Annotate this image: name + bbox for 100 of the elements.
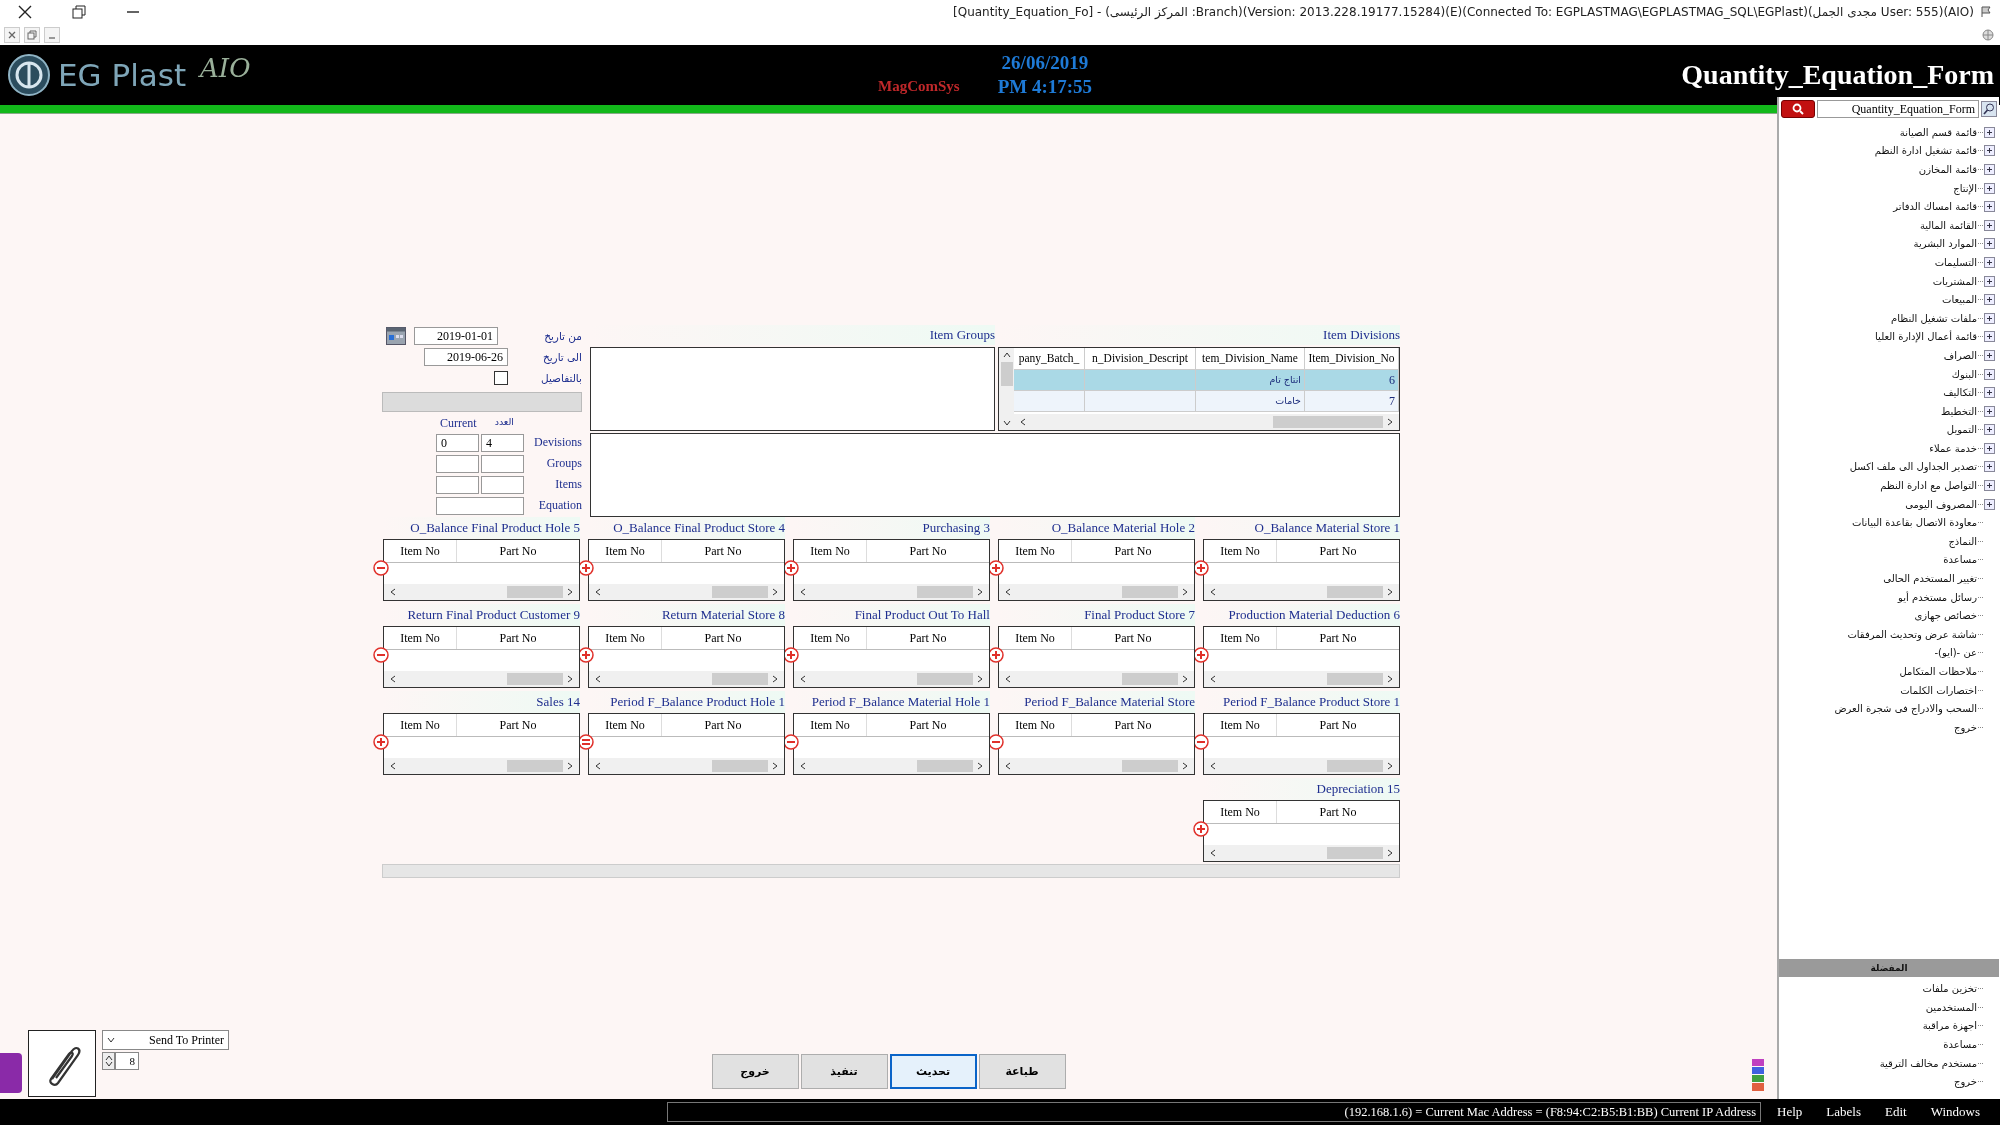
scroll-left-icon[interactable] bbox=[1005, 588, 1011, 596]
tree-item[interactable]: القائمة المالية bbox=[1919, 219, 1977, 231]
scroll-left-icon[interactable] bbox=[1005, 762, 1011, 770]
horizontal-scrollbar[interactable] bbox=[1204, 845, 1399, 861]
expand-icon[interactable] bbox=[1984, 294, 1995, 306]
tree-item[interactable]: الموارد البشرية bbox=[1913, 238, 1977, 250]
minimize-icon[interactable] bbox=[44, 26, 60, 43]
scroll-right-icon[interactable] bbox=[772, 675, 778, 683]
scroll-left-icon[interactable] bbox=[800, 675, 806, 683]
horizontal-scrollbar[interactable] bbox=[382, 864, 1400, 878]
column-header[interactable]: Part No bbox=[1072, 540, 1194, 562]
tree-item[interactable]: المصروف اليومى bbox=[1905, 498, 1977, 510]
attachment-button[interactable] bbox=[28, 1030, 96, 1097]
scroll-right-icon[interactable] bbox=[567, 675, 573, 683]
column-header[interactable]: Part No bbox=[457, 714, 579, 736]
scroll-thumb[interactable] bbox=[917, 760, 973, 772]
scroll-thumb[interactable] bbox=[507, 586, 563, 598]
favorite-item[interactable]: خروج bbox=[1954, 1076, 1977, 1088]
tree-item[interactable]: الإنتاج bbox=[1953, 182, 1977, 194]
tree-item[interactable]: التخطيط bbox=[1941, 405, 1977, 417]
menu-item[interactable]: Help bbox=[1765, 1104, 1815, 1120]
tree-item[interactable]: تصدير الجداول الى ملف اكسل bbox=[1849, 461, 1977, 473]
scroll-up-icon[interactable] bbox=[1002, 352, 1011, 358]
expand-icon[interactable] bbox=[1984, 424, 1995, 436]
tree-item[interactable]: خصائص جهازى bbox=[1914, 610, 1977, 622]
column-header[interactable]: Part No bbox=[662, 714, 784, 736]
scroll-thumb[interactable] bbox=[1327, 673, 1383, 685]
calendar-icon[interactable] bbox=[386, 326, 406, 345]
checkbox[interactable] bbox=[494, 370, 508, 385]
scroll-thumb[interactable] bbox=[1122, 673, 1178, 685]
tree-item[interactable]: قائمة تشغيل ادارة النظم bbox=[1874, 145, 1977, 157]
scroll-left-icon[interactable] bbox=[595, 675, 601, 683]
horizontal-scrollbar[interactable] bbox=[794, 584, 989, 600]
scroll-left-icon[interactable] bbox=[390, 588, 396, 596]
tree-item[interactable]: رسائل مستخدم أيو bbox=[1898, 591, 1977, 603]
favorite-item[interactable]: اجهزة مراقبة bbox=[1922, 1020, 1977, 1032]
tree-item[interactable]: المشتريات bbox=[1932, 275, 1977, 287]
scroll-thumb[interactable] bbox=[1327, 847, 1383, 859]
scroll-thumb[interactable] bbox=[1273, 416, 1383, 428]
scroll-thumb[interactable] bbox=[712, 673, 768, 685]
scroll-left-icon[interactable] bbox=[390, 762, 396, 770]
search-icon[interactable] bbox=[1981, 101, 1997, 117]
column-header[interactable]: Part No bbox=[867, 627, 989, 649]
expand-icon[interactable] bbox=[1984, 387, 1995, 399]
horizontal-scrollbar[interactable] bbox=[1204, 584, 1399, 600]
number-field[interactable] bbox=[481, 454, 524, 473]
expand-icon[interactable] bbox=[1984, 145, 1995, 157]
tree-item[interactable]: قائمة المخازن bbox=[1918, 164, 1977, 175]
horizontal-scrollbar[interactable] bbox=[999, 584, 1194, 600]
scroll-left-icon[interactable] bbox=[1210, 762, 1216, 770]
scroll-left-icon[interactable] bbox=[1210, 675, 1216, 683]
scroll-left-icon[interactable] bbox=[1005, 675, 1011, 683]
tree-item[interactable]: قائمة قسم الصيانة bbox=[1899, 126, 1977, 138]
scroll-thumb[interactable] bbox=[712, 760, 768, 772]
tree-item[interactable]: معاودة الاتصال بقاعدة البيانات bbox=[1851, 517, 1977, 529]
action-button[interactable]: خروج bbox=[711, 1054, 799, 1089]
scroll-right-icon[interactable] bbox=[567, 588, 573, 596]
scroll-left-icon[interactable] bbox=[800, 588, 806, 596]
tree-item[interactable]: شاشة عرض وتحديث المرفقات bbox=[1847, 628, 1977, 640]
scroll-thumb[interactable] bbox=[1327, 586, 1383, 598]
scroll-right-icon[interactable] bbox=[1387, 849, 1393, 857]
favorite-item[interactable]: مساعدة bbox=[1943, 1039, 1977, 1050]
scroll-right-icon[interactable] bbox=[1387, 588, 1393, 596]
scroll-left-icon[interactable] bbox=[800, 762, 806, 770]
tree-item[interactable]: مساعدة bbox=[1943, 554, 1977, 566]
horizontal-scrollbar[interactable] bbox=[1204, 758, 1399, 774]
tree-item[interactable]: خدمة عملاء bbox=[1929, 442, 1977, 454]
scroll-right-icon[interactable] bbox=[977, 675, 983, 683]
scroll-left-icon[interactable] bbox=[1210, 588, 1216, 596]
favorite-item[interactable]: المستخدمين bbox=[1925, 1001, 1977, 1013]
tree-item[interactable]: ملفات تشغيل النظام bbox=[1891, 312, 1977, 324]
expand-icon[interactable] bbox=[1984, 201, 1995, 213]
scroll-thumb[interactable] bbox=[1122, 760, 1178, 772]
number-field[interactable]: 4 bbox=[481, 433, 524, 452]
tree-item[interactable]: التواصل مع ادارة النظم bbox=[1880, 480, 1977, 492]
tree-item[interactable]: التسليمات bbox=[1934, 256, 1977, 268]
horizontal-scrollbar[interactable] bbox=[794, 671, 989, 687]
vertical-scrollbar[interactable] bbox=[999, 348, 1014, 430]
action-button[interactable]: طباعة bbox=[978, 1054, 1066, 1089]
action-button[interactable]: تنفيذ bbox=[800, 1054, 888, 1089]
expand-icon[interactable] bbox=[1984, 442, 1995, 454]
expand-icon[interactable] bbox=[1984, 275, 1995, 287]
scroll-thumb[interactable] bbox=[507, 760, 563, 772]
number-field[interactable] bbox=[436, 454, 479, 473]
expand-icon[interactable] bbox=[1984, 256, 1995, 268]
date-field[interactable]: 2019-01-01 bbox=[414, 326, 498, 345]
horizontal-scrollbar[interactable] bbox=[999, 671, 1194, 687]
copies-field[interactable]: 8 bbox=[115, 1052, 139, 1070]
column-header[interactable]: Part No bbox=[662, 540, 784, 562]
scroll-thumb[interactable] bbox=[507, 673, 563, 685]
equation-field[interactable] bbox=[436, 496, 524, 515]
tree-item[interactable]: ملاحظات المتكامل bbox=[1899, 666, 1977, 677]
expand-icon[interactable] bbox=[1984, 182, 1995, 194]
scroll-left-icon[interactable] bbox=[1020, 418, 1026, 426]
number-field[interactable]: 0 bbox=[436, 433, 479, 452]
tree-item[interactable]: قائمة أعمال الإدارة العليا bbox=[1875, 331, 1977, 343]
expand-icon[interactable] bbox=[1984, 405, 1995, 417]
scroll-thumb[interactable] bbox=[917, 673, 973, 685]
tree-item[interactable]: تغيير المستخدم الحالى bbox=[1883, 573, 1977, 585]
horizontal-scrollbar[interactable] bbox=[589, 671, 784, 687]
